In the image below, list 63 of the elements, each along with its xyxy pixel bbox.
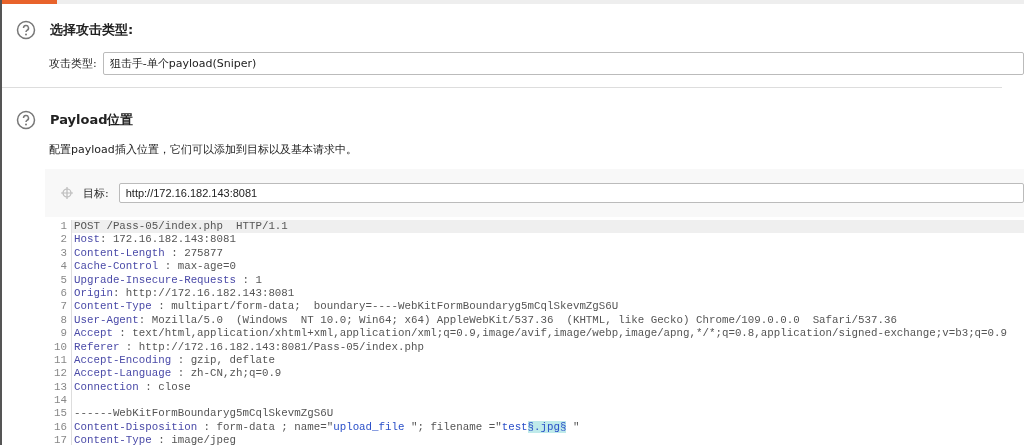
line-number: 6 [45,286,72,301]
line-number: 16 [45,420,72,435]
line-number: 5 [45,273,72,287]
code-text: : gzip, deflate [176,353,275,366]
line-number: 17 [45,434,72,445]
code-text: ------WebKitFormBoundaryg5mCqlSkevmZgS6U [74,407,334,420]
line-number: 4 [45,260,72,274]
header-name: Host [74,233,100,246]
code-text: : zh-CN,zh;q=0.9 [176,367,282,380]
line-number: 10 [45,340,72,354]
code-text: : image/jpeg [157,434,236,445]
code-text: : form-data ; name=" [202,420,334,433]
help-icon[interactable] [16,110,36,130]
line-number: 7 [45,300,72,314]
line-number: 8 [45,313,72,328]
code-text: : Mozilla/5.0 (Windows NT 10.0; Win64; x64) AppleWebKit/537.36 (KHTML, like Gecko) Chrome/109.0.0.0 Safari/537.36 [138,313,897,326]
header-name: Connection [74,380,139,393]
code-text: : multipart/form-data; boundary=----WebKitFormBoundaryg5mCqlSkevmZgS6U [157,300,619,313]
header-name: Origin [74,286,113,299]
header-name: Content-Type [74,434,152,445]
code-text: : max-age=0 [163,260,236,273]
code-text: POST /Pass-05/index.php HTTP/1.1 [74,220,288,232]
field-label: 攻击类型: [49,56,97,71]
line-number: 12 [45,367,72,381]
code-text: : http://172.16.182.143:8081 [112,286,295,299]
line-number: 13 [45,380,72,395]
code-text: : 172.16.182.143:8081 [99,233,236,246]
header-name: Upgrade-Insecure-Requests [74,273,236,286]
help-icon[interactable] [16,20,36,40]
code-text: : text/html,application/xhtml+xml,application/xml;q=0.9,image/avif,image/webp,image/apng,*/*;q=0.8,application/signed-exchange;v=b3;q=0.9 [118,327,1008,340]
header-name: Cache-Control [74,260,159,273]
line-number: 2 [45,233,72,247]
code-text: : close [144,380,191,393]
string-value: upload_file [333,420,405,433]
section-title: Payload位置 [50,111,134,129]
code-text: : 1 [241,273,262,286]
section-title: 选择攻击类型: [50,21,134,39]
header-name: Referer [74,340,120,353]
code-text: : 275877 [170,246,224,259]
header-name: Accept [74,327,113,340]
section-description: 配置payload插入位置，它们可以添加到目标以及基本请求中。 [49,142,358,157]
line-number: 11 [45,353,72,368]
header-name: Accept-Language [74,367,172,380]
code-text: "; filename =" [409,420,502,433]
line-number: 3 [45,246,72,261]
line-number: 9 [45,327,72,341]
header-name: Accept-Encoding [74,353,172,366]
payload-marker: §.jpg§ [527,420,567,433]
crosshair-icon [61,187,73,199]
attack-type-dropdown[interactable]: 狙击手-单个payload(Sniper) [102,52,1024,75]
code-text: " [571,420,580,433]
string-value: test [501,420,528,433]
header-name: User-Agent [74,313,139,326]
code-text: : http://172.16.182.143:8081/Pass-05/index.php [124,340,424,353]
request-editor[interactable] [45,217,1024,445]
header-name: Content-Disposition [74,420,198,433]
target-field[interactable]: http://172.16.182.143:8081 [118,183,1024,203]
active-tab-indicator [2,0,57,4]
line-number: 15 [45,407,72,421]
header-name: Content-Type [74,300,152,313]
line-number: 14 [45,394,72,408]
target-label: 目标: [83,185,109,201]
header-name: Content-Length [74,246,165,259]
